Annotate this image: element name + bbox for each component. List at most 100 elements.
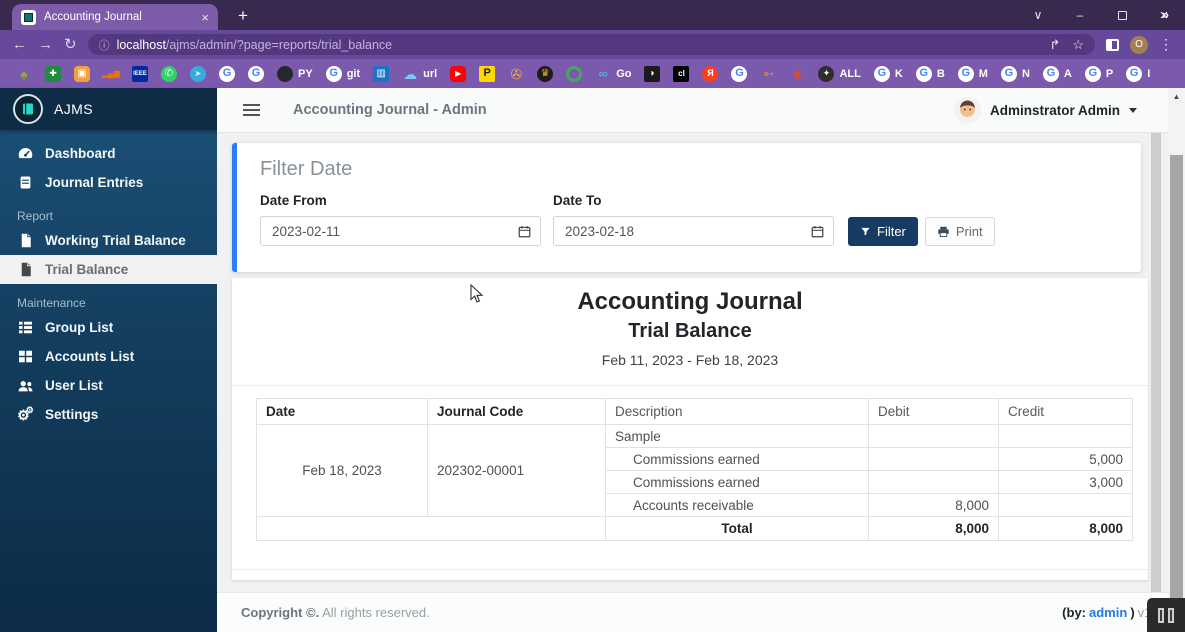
line-credit	[999, 425, 1133, 448]
user-menu[interactable]: Adminstrator Admin	[954, 97, 1137, 124]
orange-app-bookmark[interactable]: ▣	[74, 66, 90, 82]
sidebar-item-dashboard[interactable]: Dashboard	[0, 139, 217, 168]
minimize-button[interactable]: –	[1059, 0, 1101, 30]
sidebar-item-label: User List	[45, 378, 103, 393]
new-tab-button[interactable]: +	[238, 6, 248, 26]
filter-card: Filter Date Date From Date To	[232, 143, 1141, 272]
browser-scrollbar-thumb[interactable]	[1170, 155, 1183, 632]
print-button[interactable]: Print	[925, 217, 995, 246]
reload-button[interactable]: ↻	[64, 37, 77, 52]
share-icon[interactable]: ↱	[1049, 37, 1060, 53]
forward-button[interactable]: →	[38, 37, 53, 52]
sidebar-item-settings[interactable]: ⚙⚙ Settings	[0, 400, 217, 429]
sidebar-item-trial-balance[interactable]: Trial Balance	[0, 255, 217, 284]
analytics-bookmark[interactable]: ▂▄▆	[103, 66, 119, 82]
leaf-bookmark[interactable]: ♠	[16, 66, 32, 82]
bookmark-icon: ✦	[818, 66, 834, 82]
sidebar-item-working-trial-balance[interactable]: Working Trial Balance	[0, 226, 217, 255]
address-bar[interactable]: ⓘ localhost/ajms/admin/?page=reports/tri…	[88, 34, 1095, 55]
github-py-bookmark[interactable]: PY	[277, 66, 313, 82]
google-bookmark[interactable]: G	[248, 66, 264, 82]
google-a-bookmark[interactable]: G A	[1043, 66, 1072, 82]
red-camera-bookmark[interactable]: ◉	[789, 66, 805, 82]
cl-bookmark[interactable]: cl	[673, 66, 689, 82]
date-to-field[interactable]	[553, 216, 834, 246]
bookmark-star-icon[interactable]: ☆	[1072, 37, 1084, 53]
telegram-bookmark[interactable]: ➤	[190, 66, 206, 82]
site-info-icon[interactable]: ⓘ	[99, 37, 110, 53]
content-scrollbar-thumb[interactable]	[1151, 133, 1161, 592]
bookmarks-bar: ♠ ✚ ▣ ▂▄▆ IEEE ✆	[0, 59, 1185, 88]
ieee-bookmark[interactable]: IEEE	[132, 66, 148, 82]
google-p-bookmark[interactable]: G P	[1085, 66, 1113, 82]
godaddy-bookmark[interactable]: ∞ Go	[595, 66, 631, 82]
sidebar-item-label: Journal Entries	[45, 175, 143, 190]
side-panel-icon[interactable]	[1106, 39, 1119, 51]
google-i-bookmark[interactable]: G I	[1126, 66, 1150, 82]
crown-bookmark[interactable]: ♛	[537, 66, 553, 82]
url-path: /ajms/admin/?page=reports/trial_balance	[166, 38, 392, 52]
google-k-bookmark[interactable]: G K	[874, 66, 903, 82]
tab-strip: Accounting Journal × + ∨ – ×	[0, 0, 1185, 30]
google-b-bookmark[interactable]: G B	[916, 66, 945, 82]
google-git-bookmark[interactable]: G git	[326, 66, 360, 82]
total-empty-cell	[257, 517, 606, 541]
date-from-field[interactable]	[260, 216, 541, 246]
date-from-input[interactable]	[270, 223, 470, 240]
date-to-input[interactable]	[563, 223, 763, 240]
duck-bookmark[interactable]: ◗	[644, 66, 660, 82]
browser-scrollbar[interactable]: ▲	[1168, 88, 1185, 632]
dashboard-icon	[17, 145, 34, 162]
whatsapp-bookmark[interactable]: ✆	[161, 66, 177, 82]
page-title: Accounting Journal - Admin	[293, 102, 487, 118]
table-icon	[17, 350, 34, 363]
funnel-icon	[860, 226, 871, 237]
sidebar-item-user-list[interactable]: User List	[0, 371, 217, 400]
google-m-bookmark[interactable]: G M	[958, 66, 988, 82]
user-avatar	[954, 97, 981, 124]
restore-button[interactable]	[1101, 0, 1143, 30]
globe-all-bookmark[interactable]: ✦ ALL	[818, 66, 860, 82]
line-debit: 8,000	[869, 494, 999, 517]
pause-button[interactable]	[1147, 598, 1185, 632]
report-subtitle: Trial Balance	[232, 320, 1148, 343]
filter-button[interactable]: Filter	[848, 217, 918, 246]
tab-close-icon[interactable]: ×	[201, 10, 209, 25]
dart-bookmark[interactable]: ➵	[760, 66, 776, 82]
youtube-bookmark[interactable]: ▶	[450, 66, 466, 82]
profile-avatar[interactable]: O	[1130, 36, 1148, 54]
p-yellow-bookmark[interactable]: P	[479, 66, 495, 82]
entry-date: Feb 18, 2023	[257, 425, 428, 517]
sidebar-toggle-icon[interactable]	[243, 104, 260, 116]
google-bookmark[interactable]: G	[219, 66, 235, 82]
back-button[interactable]: ←	[12, 37, 27, 52]
green-ring-bookmark[interactable]	[566, 66, 582, 82]
gallery-bookmark[interactable]: ▥	[373, 66, 389, 82]
line-description: Commissions earned	[606, 448, 869, 471]
window-controls: ∨ – ×	[1017, 0, 1185, 30]
sheets-bookmark[interactable]: ✚	[45, 66, 61, 82]
bookmark-icon: G	[326, 66, 342, 82]
report-date-range: Feb 11, 2023 - Feb 18, 2023	[232, 352, 1148, 368]
bookmark-label: ALL	[839, 68, 860, 80]
sidebar-brand[interactable]: AJMS	[0, 88, 217, 130]
tab-search-icon[interactable]: ∨	[1017, 0, 1059, 30]
bookmarks-overflow-chevron[interactable]: »	[1162, 0, 1169, 29]
google-bookmark[interactable]: G	[731, 66, 747, 82]
cloud-url-bookmark[interactable]: ☁ url	[402, 66, 437, 82]
ajms-logo-icon	[13, 94, 43, 124]
scroll-up-arrow-icon[interactable]: ▲	[1168, 88, 1185, 104]
sidebar-item-accounts-list[interactable]: Accounts List	[0, 342, 217, 371]
movie-camera-bookmark[interactable]: ✇	[508, 66, 524, 82]
list-grid-icon	[17, 321, 34, 334]
divider	[232, 385, 1148, 386]
browser-menu-icon[interactable]: ⋮	[1159, 36, 1173, 53]
browser-tab[interactable]: Accounting Journal ×	[12, 4, 218, 30]
content-scrollbar[interactable]	[1151, 133, 1161, 592]
admin-link[interactable]: admin	[1089, 605, 1127, 620]
google-n-bookmark[interactable]: G N	[1001, 66, 1030, 82]
sidebar-item-group-list[interactable]: Group List	[0, 313, 217, 342]
sidebar-item-journal-entries[interactable]: Journal Entries	[0, 168, 217, 197]
brand-name: AJMS	[54, 101, 93, 117]
yandex-bookmark[interactable]: Я	[702, 66, 718, 82]
